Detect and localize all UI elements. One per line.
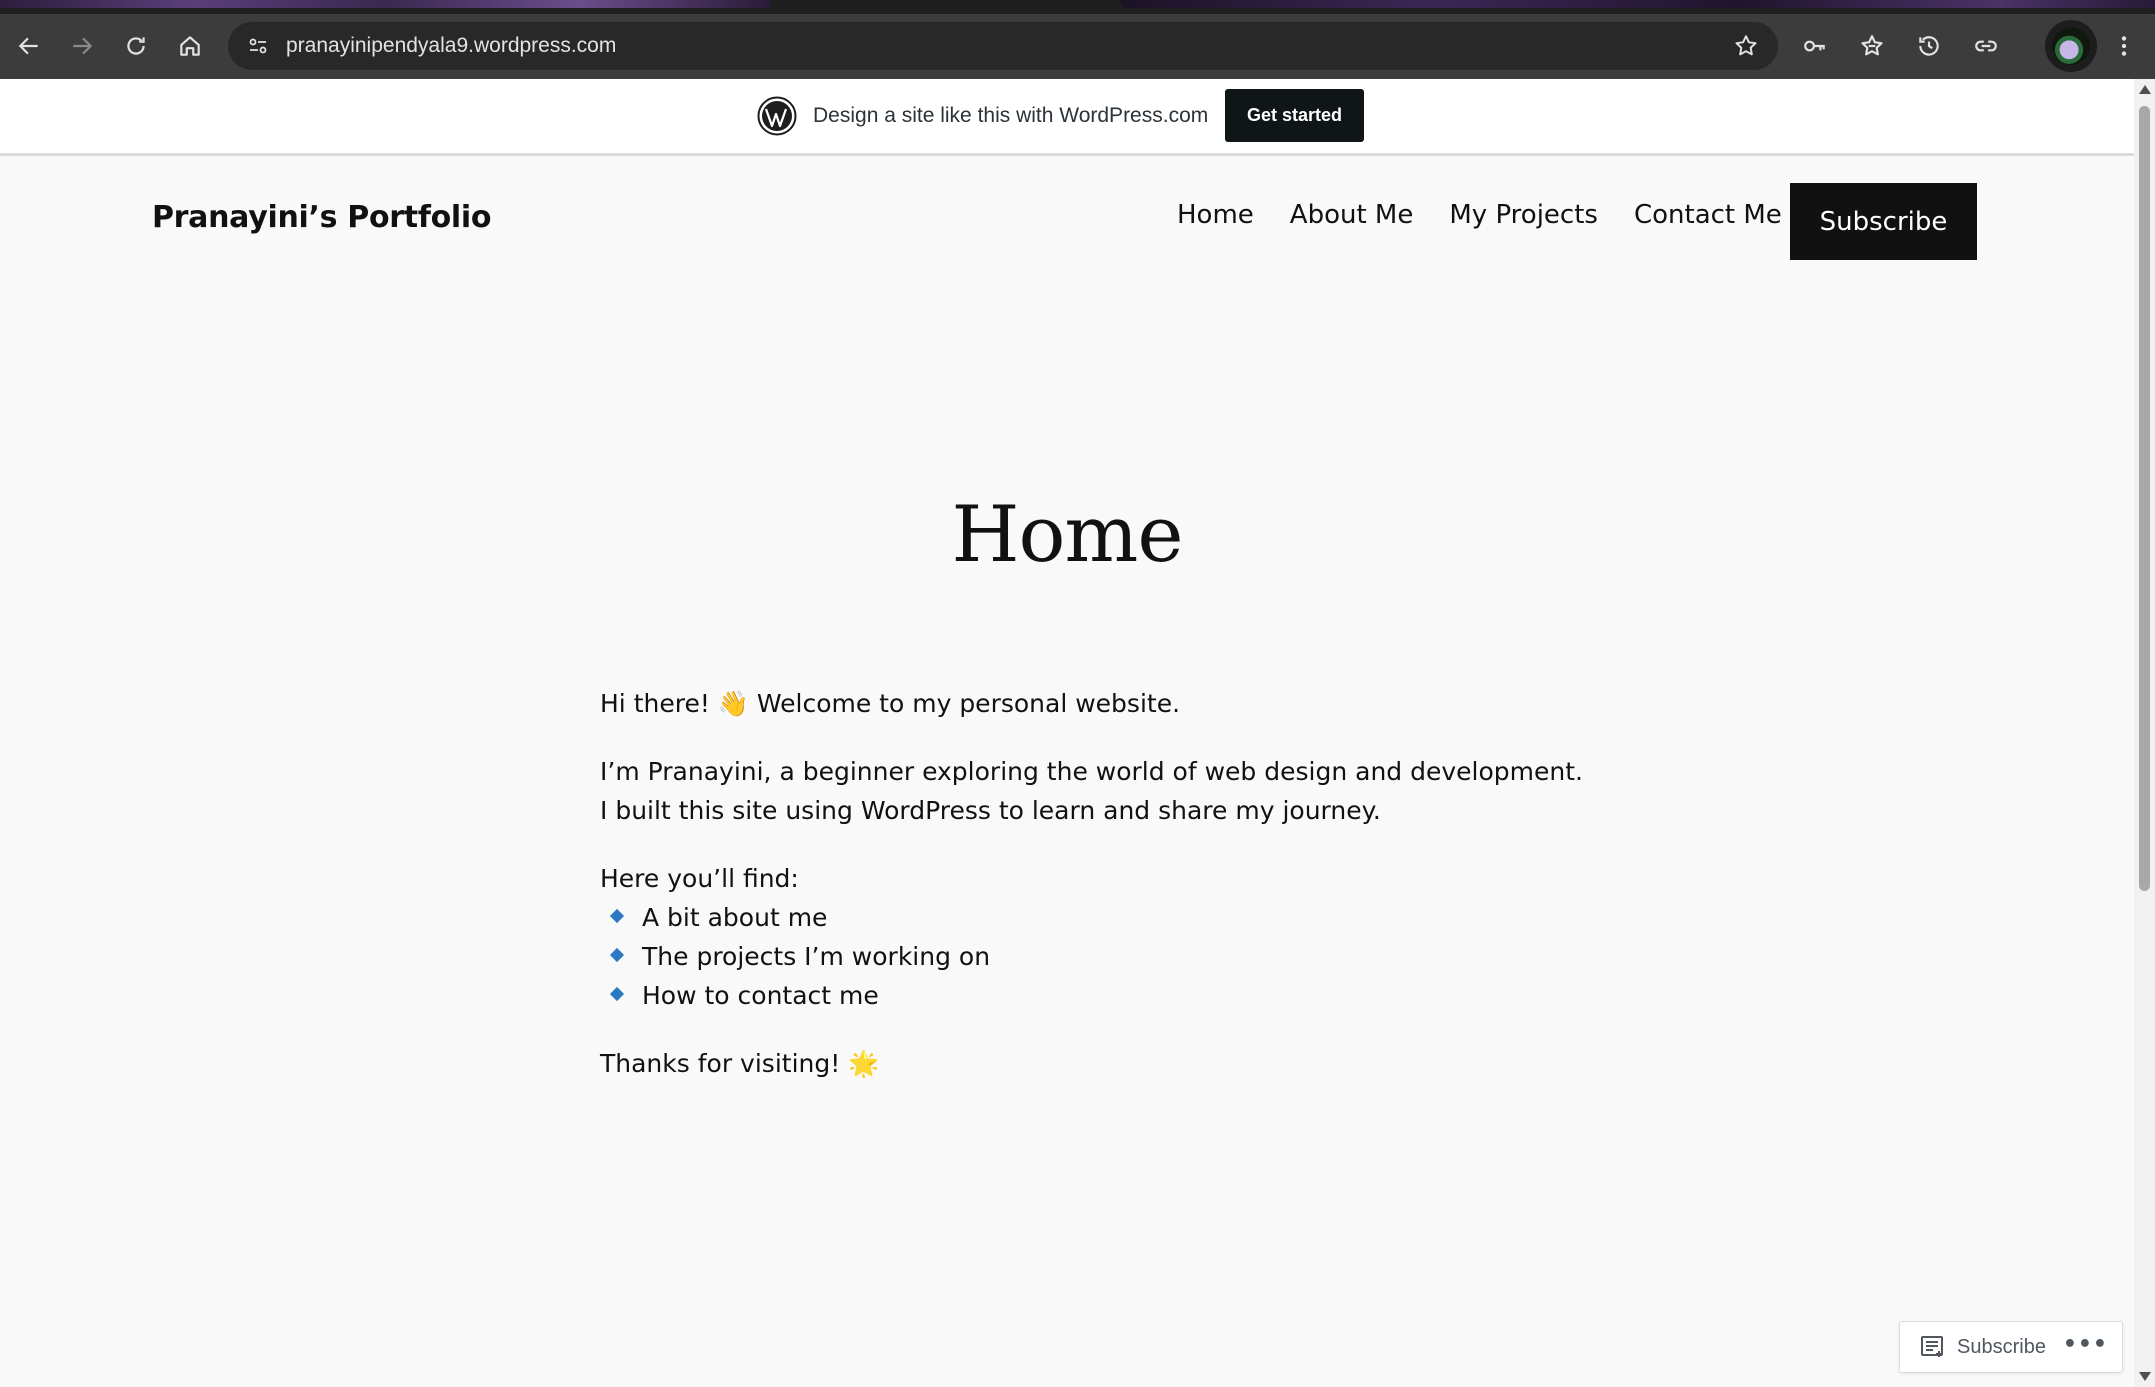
- list-item-text: The projects I’m working on: [642, 942, 991, 971]
- wordpress-logo-icon: [757, 96, 797, 136]
- bookmark-star-icon[interactable]: [1730, 30, 1762, 62]
- page-scrollbar[interactable]: [2134, 79, 2155, 1387]
- primary-nav: Home About Me My Projects Contact Me: [1177, 200, 1818, 230]
- browser-toolbar: pranayinipendyala9.wordpress.com: [0, 14, 2155, 79]
- tab-background: [1120, 0, 2155, 8]
- about-paragraph: I’m Pranayini, a beginner exploring the …: [600, 752, 1600, 830]
- site-info-icon[interactable]: [242, 30, 274, 62]
- floating-subscribe-bar: Subscribe •••: [1899, 1321, 2123, 1373]
- history-icon[interactable]: [1911, 28, 1947, 64]
- password-key-icon[interactable]: [1797, 28, 1833, 64]
- feature-list: A bit about me The projects I’m working …: [600, 898, 1600, 1015]
- nav-my-projects[interactable]: My Projects: [1449, 200, 1598, 230]
- closing-paragraph: Thanks for visiting! 🌟: [600, 1049, 880, 1078]
- list-item-text: A bit about me: [642, 903, 828, 932]
- browser-tab-strip: [0, 0, 2155, 14]
- address-bar[interactable]: pranayinipendyala9.wordpress.com: [228, 22, 1778, 70]
- tab-background: [0, 0, 770, 8]
- diamond-bullet-icon: [609, 908, 625, 924]
- about-line-1: I’m Pranayini, a beginner exploring the …: [600, 757, 1583, 786]
- more-options-icon[interactable]: •••: [2063, 1332, 2108, 1357]
- nav-about-me[interactable]: About Me: [1290, 200, 1414, 230]
- scroll-up-arrow-icon[interactable]: [2139, 85, 2151, 94]
- list-heading: Here you’ll find:: [600, 864, 799, 893]
- reader-icon: [1921, 1336, 1943, 1357]
- list-item: The projects I’m working on: [600, 937, 1600, 976]
- page-title: Home: [951, 490, 1183, 580]
- scroll-thumb[interactable]: [2139, 106, 2150, 891]
- subscribe-button[interactable]: Subscribe: [1790, 183, 1977, 260]
- menu-icon[interactable]: [2106, 28, 2142, 64]
- reload-icon[interactable]: [118, 28, 154, 64]
- list-item: How to contact me: [600, 976, 1600, 1015]
- back-icon[interactable]: [11, 28, 47, 64]
- scroll-down-arrow-icon[interactable]: [2139, 1372, 2151, 1381]
- profile-avatar[interactable]: [2045, 20, 2097, 72]
- page-content: Hi there! 👋 Welcome to my personal websi…: [600, 684, 1600, 1112]
- diamond-bullet-icon: [609, 986, 625, 1002]
- forward-icon[interactable]: [64, 28, 100, 64]
- home-icon[interactable]: [172, 28, 208, 64]
- nav-contact-me[interactable]: Contact Me: [1634, 200, 1782, 230]
- list-item-text: How to contact me: [642, 981, 879, 1010]
- about-line-2: I built this site using WordPress to lea…: [600, 796, 1381, 825]
- diamond-bullet-icon: [609, 947, 625, 963]
- site-title[interactable]: Pranayini’s Portfolio: [152, 200, 491, 235]
- avatar-image: [2052, 27, 2090, 65]
- url-text[interactable]: pranayinipendyala9.wordpress.com: [286, 22, 616, 70]
- banner-text: Design a site like this with WordPress.c…: [813, 104, 1209, 127]
- nav-home[interactable]: Home: [1177, 200, 1254, 230]
- link-icon[interactable]: [1968, 28, 2004, 64]
- intro-paragraph: Hi there! 👋 Welcome to my personal websi…: [600, 689, 1181, 718]
- wordpress-promo-banner: Design a site like this with WordPress.c…: [0, 79, 2134, 156]
- list-item: A bit about me: [600, 898, 1600, 937]
- floating-subscribe-button[interactable]: Subscribe: [1957, 1322, 2046, 1372]
- get-started-button[interactable]: Get started: [1225, 89, 1364, 142]
- favorites-icon[interactable]: [1854, 28, 1890, 64]
